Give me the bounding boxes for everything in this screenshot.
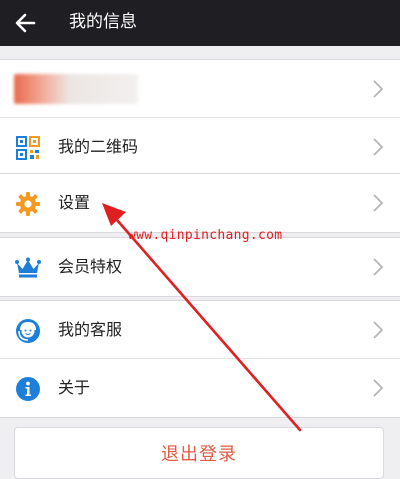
about-row[interactable]: 关于	[0, 359, 400, 417]
settings-label: 设置	[58, 193, 91, 212]
customer-service-icon	[14, 317, 41, 344]
qrcode-label: 我的二维码	[58, 137, 139, 156]
settings-group: 设置	[0, 173, 400, 233]
blurred-profile-avatar	[14, 74, 138, 104]
support-group: 我的客服 关于	[0, 300, 400, 418]
chevron-right-icon	[373, 80, 384, 98]
profile-row[interactable]	[0, 60, 400, 118]
service-row[interactable]: 我的客服	[0, 301, 400, 359]
qrcode-row[interactable]: 我的二维码	[0, 118, 400, 176]
crown-icon	[14, 254, 41, 281]
logout-label: 退出登录	[161, 444, 237, 465]
info-icon	[14, 375, 41, 402]
page-title: 我的信息	[69, 12, 137, 32]
chevron-right-icon	[373, 258, 384, 276]
settings-row[interactable]: 设置	[0, 174, 400, 232]
vip-row[interactable]: 会员特权	[0, 238, 400, 296]
service-label: 我的客服	[58, 320, 123, 339]
watermark-text: www.qinpinchang.com	[128, 228, 283, 243]
about-label: 关于	[58, 378, 91, 397]
top-bar: 我的信息	[0, 0, 400, 46]
logout-button[interactable]: 退出登录	[14, 427, 384, 479]
vip-group: 会员特权	[0, 237, 400, 297]
chevron-right-icon	[373, 138, 384, 156]
chevron-right-icon	[373, 321, 384, 339]
gear-icon	[14, 190, 41, 217]
arrow-left-icon	[15, 13, 36, 33]
account-group: 我的二维码	[0, 59, 400, 177]
chevron-right-icon	[373, 379, 384, 397]
qr-code-icon	[14, 134, 41, 161]
chevron-right-icon	[373, 194, 384, 212]
vip-label: 会员特权	[58, 257, 123, 276]
back-button[interactable]	[12, 10, 38, 36]
